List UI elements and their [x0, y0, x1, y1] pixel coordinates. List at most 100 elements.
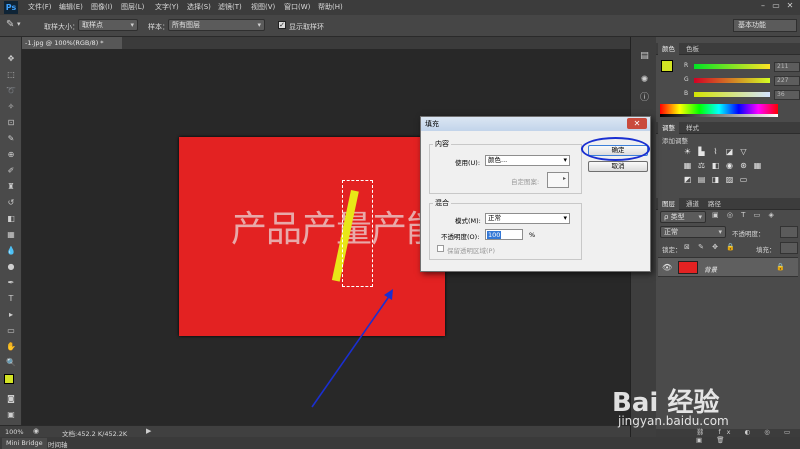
curves-adjust-icon[interactable]: ⌇ [710, 147, 721, 156]
menu-layer[interactable]: 图层(L) [121, 2, 144, 12]
dodge-tool-icon[interactable]: ● [4, 261, 18, 273]
history-brush-tool-icon[interactable]: ↺ [4, 197, 18, 209]
show-ring-checkbox[interactable]: ✓ [278, 21, 286, 29]
grayscale-ramp[interactable] [660, 114, 778, 117]
path-select-tool-icon[interactable]: ▸ [4, 309, 18, 321]
screen-mode-icon[interactable]: ▣ [4, 409, 18, 421]
sample-size-select[interactable]: 取样点 [78, 19, 138, 31]
dialog-close-button[interactable]: ✕ [627, 118, 647, 129]
info-panel-icon[interactable]: ⓘ [639, 93, 650, 104]
layer-row-background[interactable]: 👁 背景 🔒 [658, 257, 798, 277]
workspace-select[interactable]: 基本功能 [733, 19, 797, 32]
menu-window[interactable]: 窗口(W) [284, 2, 310, 12]
eyedropper-tool-icon[interactable]: ✎ [4, 133, 18, 145]
status-menu-arrow-icon[interactable]: ▶ [146, 427, 151, 435]
selective-color-adjust-icon[interactable]: ▨ [724, 175, 735, 184]
quick-mask-icon[interactable]: ◙ [4, 393, 18, 405]
move-tool-icon[interactable]: ✥ [4, 53, 18, 65]
eraser-tool-icon[interactable]: ◧ [4, 213, 18, 225]
opacity-field[interactable]: 100 [485, 229, 523, 240]
color-panel-foreground-swatch[interactable] [661, 60, 673, 72]
tool-preset-chevron-icon[interactable]: ▾ [17, 20, 21, 28]
threshold-adjust-icon[interactable]: ◨ [710, 175, 721, 184]
foreground-color-swatch[interactable] [4, 374, 14, 384]
menu-select[interactable]: 选择(S) [187, 2, 211, 12]
gradient-map-adjust-icon[interactable]: ▭ [738, 175, 749, 184]
sample-select[interactable]: 所有图层 [168, 19, 265, 31]
eyedropper-icon[interactable]: ✎ [6, 19, 14, 30]
history-panel-icon[interactable]: ▤ [639, 51, 650, 62]
blue-slider[interactable] [694, 92, 770, 97]
opacity-input[interactable] [780, 226, 798, 238]
menu-edit[interactable]: 编辑(E) [59, 2, 83, 12]
menu-type[interactable]: 文字(Y) [155, 2, 179, 12]
crop-tool-icon[interactable]: ⊡ [4, 117, 18, 129]
shape-tool-icon[interactable]: ▭ [4, 325, 18, 337]
menu-image[interactable]: 图像(I) [91, 2, 113, 12]
gradient-tool-icon[interactable]: ▦ [4, 229, 18, 241]
vibrance-adjust-icon[interactable]: ▽ [738, 147, 749, 156]
tab-channels[interactable]: 通道 [682, 198, 703, 210]
blend-mode-select[interactable]: 正常 [660, 226, 726, 238]
layer-filter-icons[interactable]: ▣ ◎ T ▭ ◈ [712, 211, 777, 219]
brightness-adjust-icon[interactable]: ☀ [682, 147, 693, 156]
brush-tool-icon[interactable]: ✐ [4, 165, 18, 177]
fill-input[interactable] [780, 242, 798, 254]
tab-swatches[interactable]: 色板 [682, 43, 703, 55]
tab-paths[interactable]: 路径 [704, 198, 725, 210]
mode-select[interactable]: 正常 [485, 213, 570, 224]
tab-styles[interactable]: 样式 [682, 122, 703, 134]
brightness-panel-icon[interactable]: ✺ [639, 75, 650, 86]
menu-file[interactable]: 文件(F) [28, 2, 52, 12]
blue-value[interactable]: 36 [774, 90, 800, 100]
zoom-level[interactable]: 100% [5, 428, 24, 436]
black-white-adjust-icon[interactable]: ◧ [710, 161, 721, 170]
opacity-field-value: 100 [487, 231, 502, 239]
minimize-icon[interactable]: – [758, 1, 768, 13]
green-slider[interactable] [694, 78, 770, 83]
restore-icon[interactable]: ▭ [771, 1, 781, 13]
menu-view[interactable]: 视图(V) [251, 2, 275, 12]
lasso-tool-icon[interactable]: ➰ [4, 85, 18, 97]
custom-pattern-picker[interactable]: ▸ [547, 172, 569, 188]
cancel-button[interactable]: 取消 [588, 161, 648, 172]
tab-layers[interactable]: 图层 [658, 198, 679, 210]
stamp-tool-icon[interactable]: ♜ [4, 181, 18, 193]
tab-mini-bridge[interactable]: Mini Bridge [2, 438, 47, 449]
healing-tool-icon[interactable]: ⊕ [4, 149, 18, 161]
photo-filter-adjust-icon[interactable]: ◉ [724, 161, 735, 170]
invert-adjust-icon[interactable]: ◩ [682, 175, 693, 184]
lock-icons[interactable]: ⊠ ✎ ✥ 🔒 [684, 243, 738, 251]
type-tool-icon[interactable]: T [4, 293, 18, 305]
hand-tool-icon[interactable]: ✋ [4, 341, 18, 353]
close-window-icon[interactable]: ✕ [785, 1, 795, 13]
posterize-adjust-icon[interactable]: ▤ [696, 175, 707, 184]
dialog-title-bar[interactable]: 填充 [421, 117, 650, 131]
menu-filter[interactable]: 滤镜(T) [218, 2, 242, 12]
levels-adjust-icon[interactable]: ▙ [696, 147, 707, 156]
green-value[interactable]: 227 [774, 76, 800, 86]
marquee-tool-icon[interactable]: ⬚ [4, 69, 18, 81]
zoom-tool-icon[interactable]: 🔍 [4, 357, 18, 369]
use-select[interactable]: 颜色... [485, 155, 570, 166]
preserve-transparency-checkbox[interactable] [437, 245, 444, 252]
color-spectrum-ramp[interactable] [660, 104, 778, 114]
red-slider[interactable] [694, 64, 770, 69]
blur-tool-icon[interactable]: 💧 [4, 245, 18, 257]
menu-help[interactable]: 帮助(H) [318, 2, 343, 12]
document-tab[interactable]: -1.jpg @ 100%(RGB/8) * [22, 37, 122, 49]
layer-kind-filter[interactable]: ρ 类型 [660, 211, 706, 223]
tab-adjustments[interactable]: 调整 [658, 122, 679, 134]
tab-color[interactable]: 颜色 [658, 43, 679, 55]
pen-tool-icon[interactable]: ✒ [4, 277, 18, 289]
tab-timeline[interactable]: 时间轴 [44, 438, 72, 449]
menu-bar: Ps 文件(F) 编辑(E) 图像(I) 图层(L) 文字(Y) 选择(S) 滤… [0, 0, 800, 15]
quick-select-tool-icon[interactable]: ✧ [4, 101, 18, 113]
channel-mixer-adjust-icon[interactable]: ⊛ [738, 161, 749, 170]
color-lookup-adjust-icon[interactable]: ▦ [752, 161, 763, 170]
color-balance-adjust-icon[interactable]: ⚖ [696, 161, 707, 170]
exposure-adjust-icon[interactable]: ◪ [724, 147, 735, 156]
red-value[interactable]: 211 [774, 62, 800, 72]
visibility-eye-icon[interactable]: 👁 [662, 263, 672, 272]
hue-adjust-icon[interactable]: ▦ [682, 161, 693, 170]
